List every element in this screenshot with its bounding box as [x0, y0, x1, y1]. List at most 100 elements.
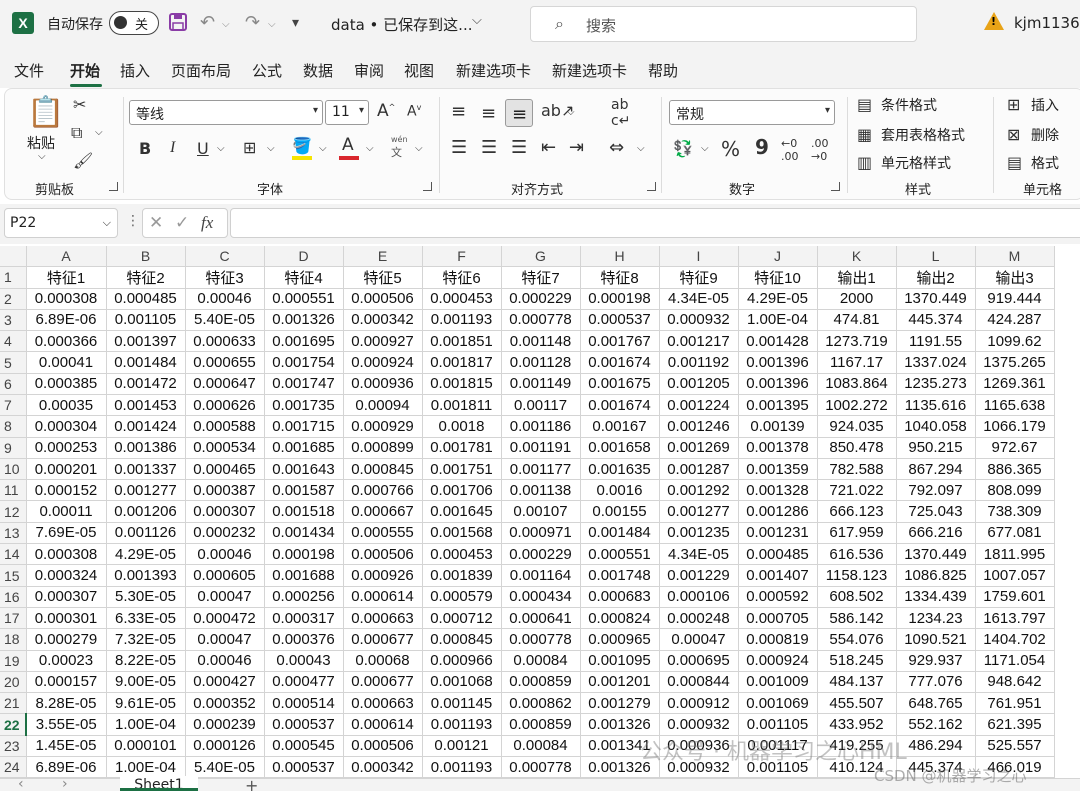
cell[interactable]: 0.00011: [26, 500, 107, 523]
row-header[interactable]: 11: [0, 479, 27, 502]
cell[interactable]: 0.000157: [26, 671, 107, 694]
cell[interactable]: 0.000485: [106, 288, 186, 310]
row-header[interactable]: 6: [0, 373, 27, 395]
cell[interactable]: 0.000506: [343, 288, 423, 310]
cell[interactable]: 5.40E-05: [185, 309, 265, 332]
cell[interactable]: 0.000101: [106, 735, 186, 758]
cell[interactable]: 0.000256: [264, 586, 344, 608]
cell[interactable]: 0.000579: [422, 586, 502, 608]
cell-styles-icon[interactable]: ▥: [857, 153, 872, 172]
cell[interactable]: 0.000926: [343, 564, 423, 587]
cell[interactable]: 3.55E-05: [26, 713, 107, 736]
conditional-format-icon[interactable]: ▤: [857, 95, 872, 114]
cell[interactable]: 0.001286: [738, 500, 818, 523]
column-header[interactable]: C: [185, 246, 265, 267]
increase-decimal-icon[interactable]: ←0.00: [781, 137, 799, 163]
cell[interactable]: 433.952: [817, 713, 897, 736]
cell[interactable]: 0.001685: [264, 437, 344, 459]
cell[interactable]: 0.00035: [26, 394, 107, 417]
cell[interactable]: 0.001292: [659, 479, 739, 502]
tab-review[interactable]: 审阅: [354, 60, 384, 81]
cell[interactable]: 0.001767: [580, 330, 660, 353]
user-account[interactable]: kjm11364: [1014, 14, 1080, 32]
copy-dropdown-icon[interactable]: ⌵: [95, 127, 103, 138]
cell[interactable]: 0.001695: [264, 330, 344, 353]
tab-insert[interactable]: 插入: [120, 60, 150, 81]
cell[interactable]: 0.001217: [659, 330, 739, 353]
cell[interactable]: 455.507: [817, 692, 897, 715]
cell[interactable]: 0.000506: [343, 735, 423, 758]
document-title[interactable]: data • 已保存到这...: [331, 14, 472, 35]
insert-function-icon[interactable]: fx: [201, 213, 213, 233]
row-header[interactable]: 5: [0, 351, 27, 374]
cell[interactable]: 1086.825: [896, 564, 976, 587]
cell[interactable]: 0.000385: [26, 373, 107, 395]
column-header[interactable]: G: [501, 246, 581, 267]
cell[interactable]: 0.00155: [580, 500, 660, 523]
cell[interactable]: 0.001359: [738, 458, 818, 481]
cell[interactable]: 0.000352: [185, 692, 265, 715]
cut-icon[interactable]: ✂: [73, 95, 86, 114]
underline-button[interactable]: U: [197, 139, 209, 158]
phonetic-dropdown-icon[interactable]: ⌵: [415, 143, 423, 154]
cell[interactable]: 0.001337: [106, 458, 186, 481]
cell[interactable]: 0.001407: [738, 564, 818, 587]
cell[interactable]: 0.001246: [659, 415, 739, 438]
column-header[interactable]: F: [422, 246, 502, 267]
cell[interactable]: 0.00041: [26, 351, 107, 374]
cell[interactable]: 518.245: [817, 650, 897, 672]
cell[interactable]: 0.000667: [343, 500, 423, 523]
cell[interactable]: 0.000537: [264, 756, 344, 779]
undo-icon[interactable]: ↶: [200, 12, 215, 33]
cell[interactable]: 0.000819: [738, 628, 818, 651]
cell[interactable]: 0.001177: [501, 458, 581, 481]
format-as-table-icon[interactable]: ▦: [857, 125, 872, 144]
cell[interactable]: 0.001269: [659, 437, 739, 459]
cell[interactable]: 0.000932: [659, 309, 739, 332]
align-top-icon[interactable]: ≡: [451, 101, 466, 122]
merge-dropdown-icon[interactable]: ⌵: [637, 143, 645, 154]
column-header[interactable]: L: [896, 246, 976, 267]
cell[interactable]: 0.000555: [343, 522, 423, 545]
row-header[interactable]: 16: [0, 586, 27, 608]
cell[interactable]: 0.001279: [580, 692, 660, 715]
column-header[interactable]: E: [343, 246, 423, 267]
cell[interactable]: 0.001235: [659, 522, 739, 545]
cell[interactable]: 9.00E-05: [106, 671, 186, 694]
cell[interactable]: 950.215: [896, 437, 976, 459]
tab-page-layout[interactable]: 页面布局: [171, 60, 231, 81]
warning-icon[interactable]: !: [984, 12, 1004, 30]
cell[interactable]: 0.000472: [185, 607, 265, 630]
cell[interactable]: 输出3: [975, 266, 1055, 289]
tab-formulas[interactable]: 公式: [252, 60, 282, 81]
cell[interactable]: 0.000927: [343, 330, 423, 353]
cell[interactable]: 0.001748: [580, 564, 660, 587]
cell[interactable]: 1135.616: [896, 394, 976, 417]
tab-view[interactable]: 视图: [404, 60, 434, 81]
cell[interactable]: 0.001186: [501, 415, 581, 438]
cell[interactable]: 1171.054: [975, 650, 1055, 672]
row-header[interactable]: 15: [0, 564, 27, 587]
cell[interactable]: 474.81: [817, 309, 897, 332]
cell[interactable]: 0.001781: [422, 437, 502, 459]
cell[interactable]: 0.001645: [422, 500, 502, 523]
cell[interactable]: 0.000201: [26, 458, 107, 481]
italic-button[interactable]: I: [170, 139, 175, 157]
row-header[interactable]: 12: [0, 500, 27, 523]
cell[interactable]: 0.000655: [185, 351, 265, 374]
cell[interactable]: 0.001395: [738, 394, 818, 417]
cell[interactable]: 0.000695: [659, 650, 739, 672]
cell[interactable]: 0.000198: [264, 543, 344, 566]
cell[interactable]: 777.076: [896, 671, 976, 694]
cell[interactable]: 850.478: [817, 437, 897, 459]
cell[interactable]: 0.000683: [580, 586, 660, 608]
cell[interactable]: 1007.057: [975, 564, 1055, 587]
cell[interactable]: 0.000712: [422, 607, 502, 630]
cell[interactable]: 0.00047: [185, 628, 265, 651]
number-format-select[interactable]: 常规 ▾: [669, 100, 835, 125]
cell[interactable]: 808.099: [975, 479, 1055, 502]
format-cells-button[interactable]: 格式: [1031, 153, 1059, 173]
delete-cells-icon[interactable]: ⊠: [1007, 125, 1020, 144]
cell[interactable]: 0.001747: [264, 373, 344, 395]
cell[interactable]: 0.00167: [580, 415, 660, 438]
